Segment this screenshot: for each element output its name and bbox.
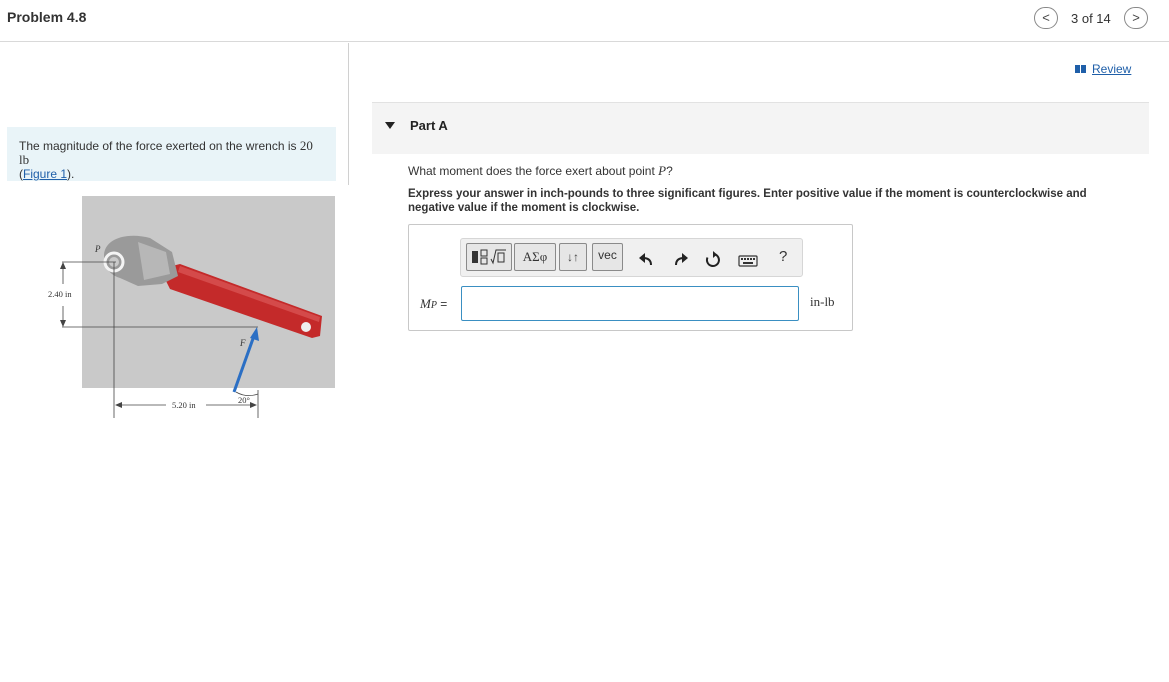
book-icon (1075, 65, 1086, 73)
templates-button[interactable] (466, 243, 512, 271)
point-p-label: P (94, 244, 101, 254)
question-variable: P (658, 163, 667, 178)
templates-icon (472, 249, 506, 265)
keyboard-icon[interactable] (738, 251, 758, 269)
previous-problem-button[interactable]: < (1034, 7, 1058, 29)
panel-divider (348, 43, 349, 185)
vector-button[interactable]: vec (592, 243, 623, 271)
answer-unit: in-lb (810, 294, 835, 309)
reset-icon[interactable] (704, 251, 722, 269)
angle-label: 20° (238, 395, 250, 405)
horizontal-dimension-label: 5.20 in (172, 400, 196, 410)
review-label: Review (1092, 62, 1132, 76)
math-toolbar: ΑΣφ ↓↑ vec ? (460, 238, 803, 277)
handle-hole (301, 322, 311, 332)
force-label: F (239, 338, 246, 348)
next-problem-button[interactable]: > (1124, 7, 1148, 29)
problem-statement: The magnitude of the force exerted on th… (7, 127, 336, 181)
answer-panel: ΑΣφ ↓↑ vec ? MP = in-lb (408, 224, 853, 331)
greek-symbols-button[interactable]: ΑΣφ (514, 243, 556, 271)
undo-icon[interactable] (637, 251, 655, 269)
problem-pager: 3 of 14 (1071, 11, 1111, 26)
review-link[interactable]: Review (1075, 62, 1131, 76)
subscript-superscript-button[interactable]: ↓↑ (559, 243, 587, 271)
figure-link[interactable]: Figure 1 (23, 167, 67, 181)
collapse-caret-icon[interactable] (385, 122, 395, 129)
question-text: What moment does the force exert about p… (408, 163, 673, 178)
answer-input[interactable] (461, 286, 799, 321)
part-label: Part A (410, 118, 448, 133)
top-bar: Problem 4.8 < 3 of 14 > (0, 0, 1169, 42)
page-title: Problem 4.8 (7, 9, 87, 25)
help-button[interactable]: ? (779, 248, 787, 265)
redo-icon[interactable] (672, 251, 690, 269)
answer-instructions: Express your answer in inch-pounds to th… (408, 188, 1087, 214)
wrench-figure: P F 2.40 in 5.20 in 20° (48, 196, 335, 418)
vertical-dimension-label: 2.40 in (48, 289, 72, 299)
answer-variable-label: MP = (420, 296, 448, 311)
part-a-header[interactable]: Part A (372, 102, 1149, 154)
problem-text: The magnitude of the force exerted on th… (19, 139, 300, 153)
